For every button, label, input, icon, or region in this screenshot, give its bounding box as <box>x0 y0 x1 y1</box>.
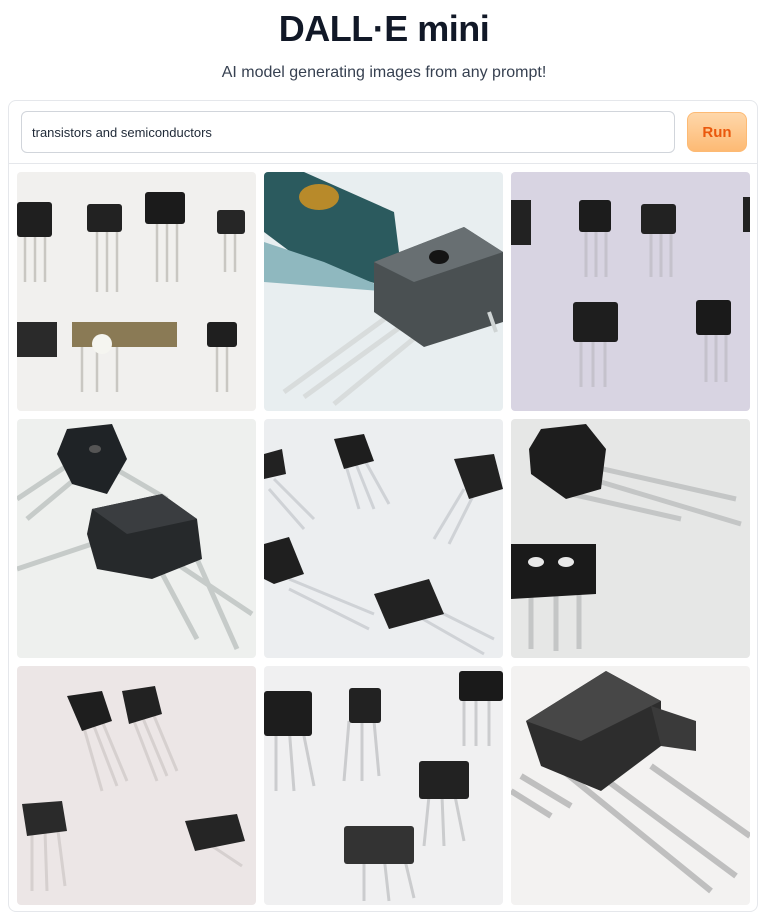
prompt-row: Run <box>9 101 757 164</box>
generated-image-9[interactable] <box>511 666 750 905</box>
run-button[interactable]: Run <box>687 112 747 152</box>
transistor-image <box>17 172 256 411</box>
app-page: DALL·E mini AI model generating images f… <box>0 0 768 924</box>
prompt-input[interactable] <box>21 111 675 153</box>
generated-image-4[interactable] <box>17 419 256 658</box>
app-title: DALL·E mini <box>278 8 490 49</box>
generated-image-2[interactable] <box>264 172 503 411</box>
app-subtitle: AI model generating images from any prom… <box>221 64 547 81</box>
generation-panel: Run <box>8 100 758 912</box>
generated-image-7[interactable] <box>17 666 256 905</box>
transistor-image <box>17 419 256 658</box>
transistor-image <box>264 172 503 411</box>
generated-image-5[interactable] <box>264 419 503 658</box>
generated-image-3[interactable] <box>511 172 750 411</box>
transistor-image <box>511 419 750 658</box>
transistor-image <box>264 419 503 658</box>
generated-image-6[interactable] <box>511 419 750 658</box>
transistor-image <box>17 666 256 905</box>
transistor-image <box>264 666 503 905</box>
transistor-image <box>511 172 750 411</box>
transistor-image <box>511 666 750 905</box>
generated-image-8[interactable] <box>264 666 503 905</box>
image-gallery <box>17 172 751 906</box>
generated-image-1[interactable] <box>17 172 256 411</box>
